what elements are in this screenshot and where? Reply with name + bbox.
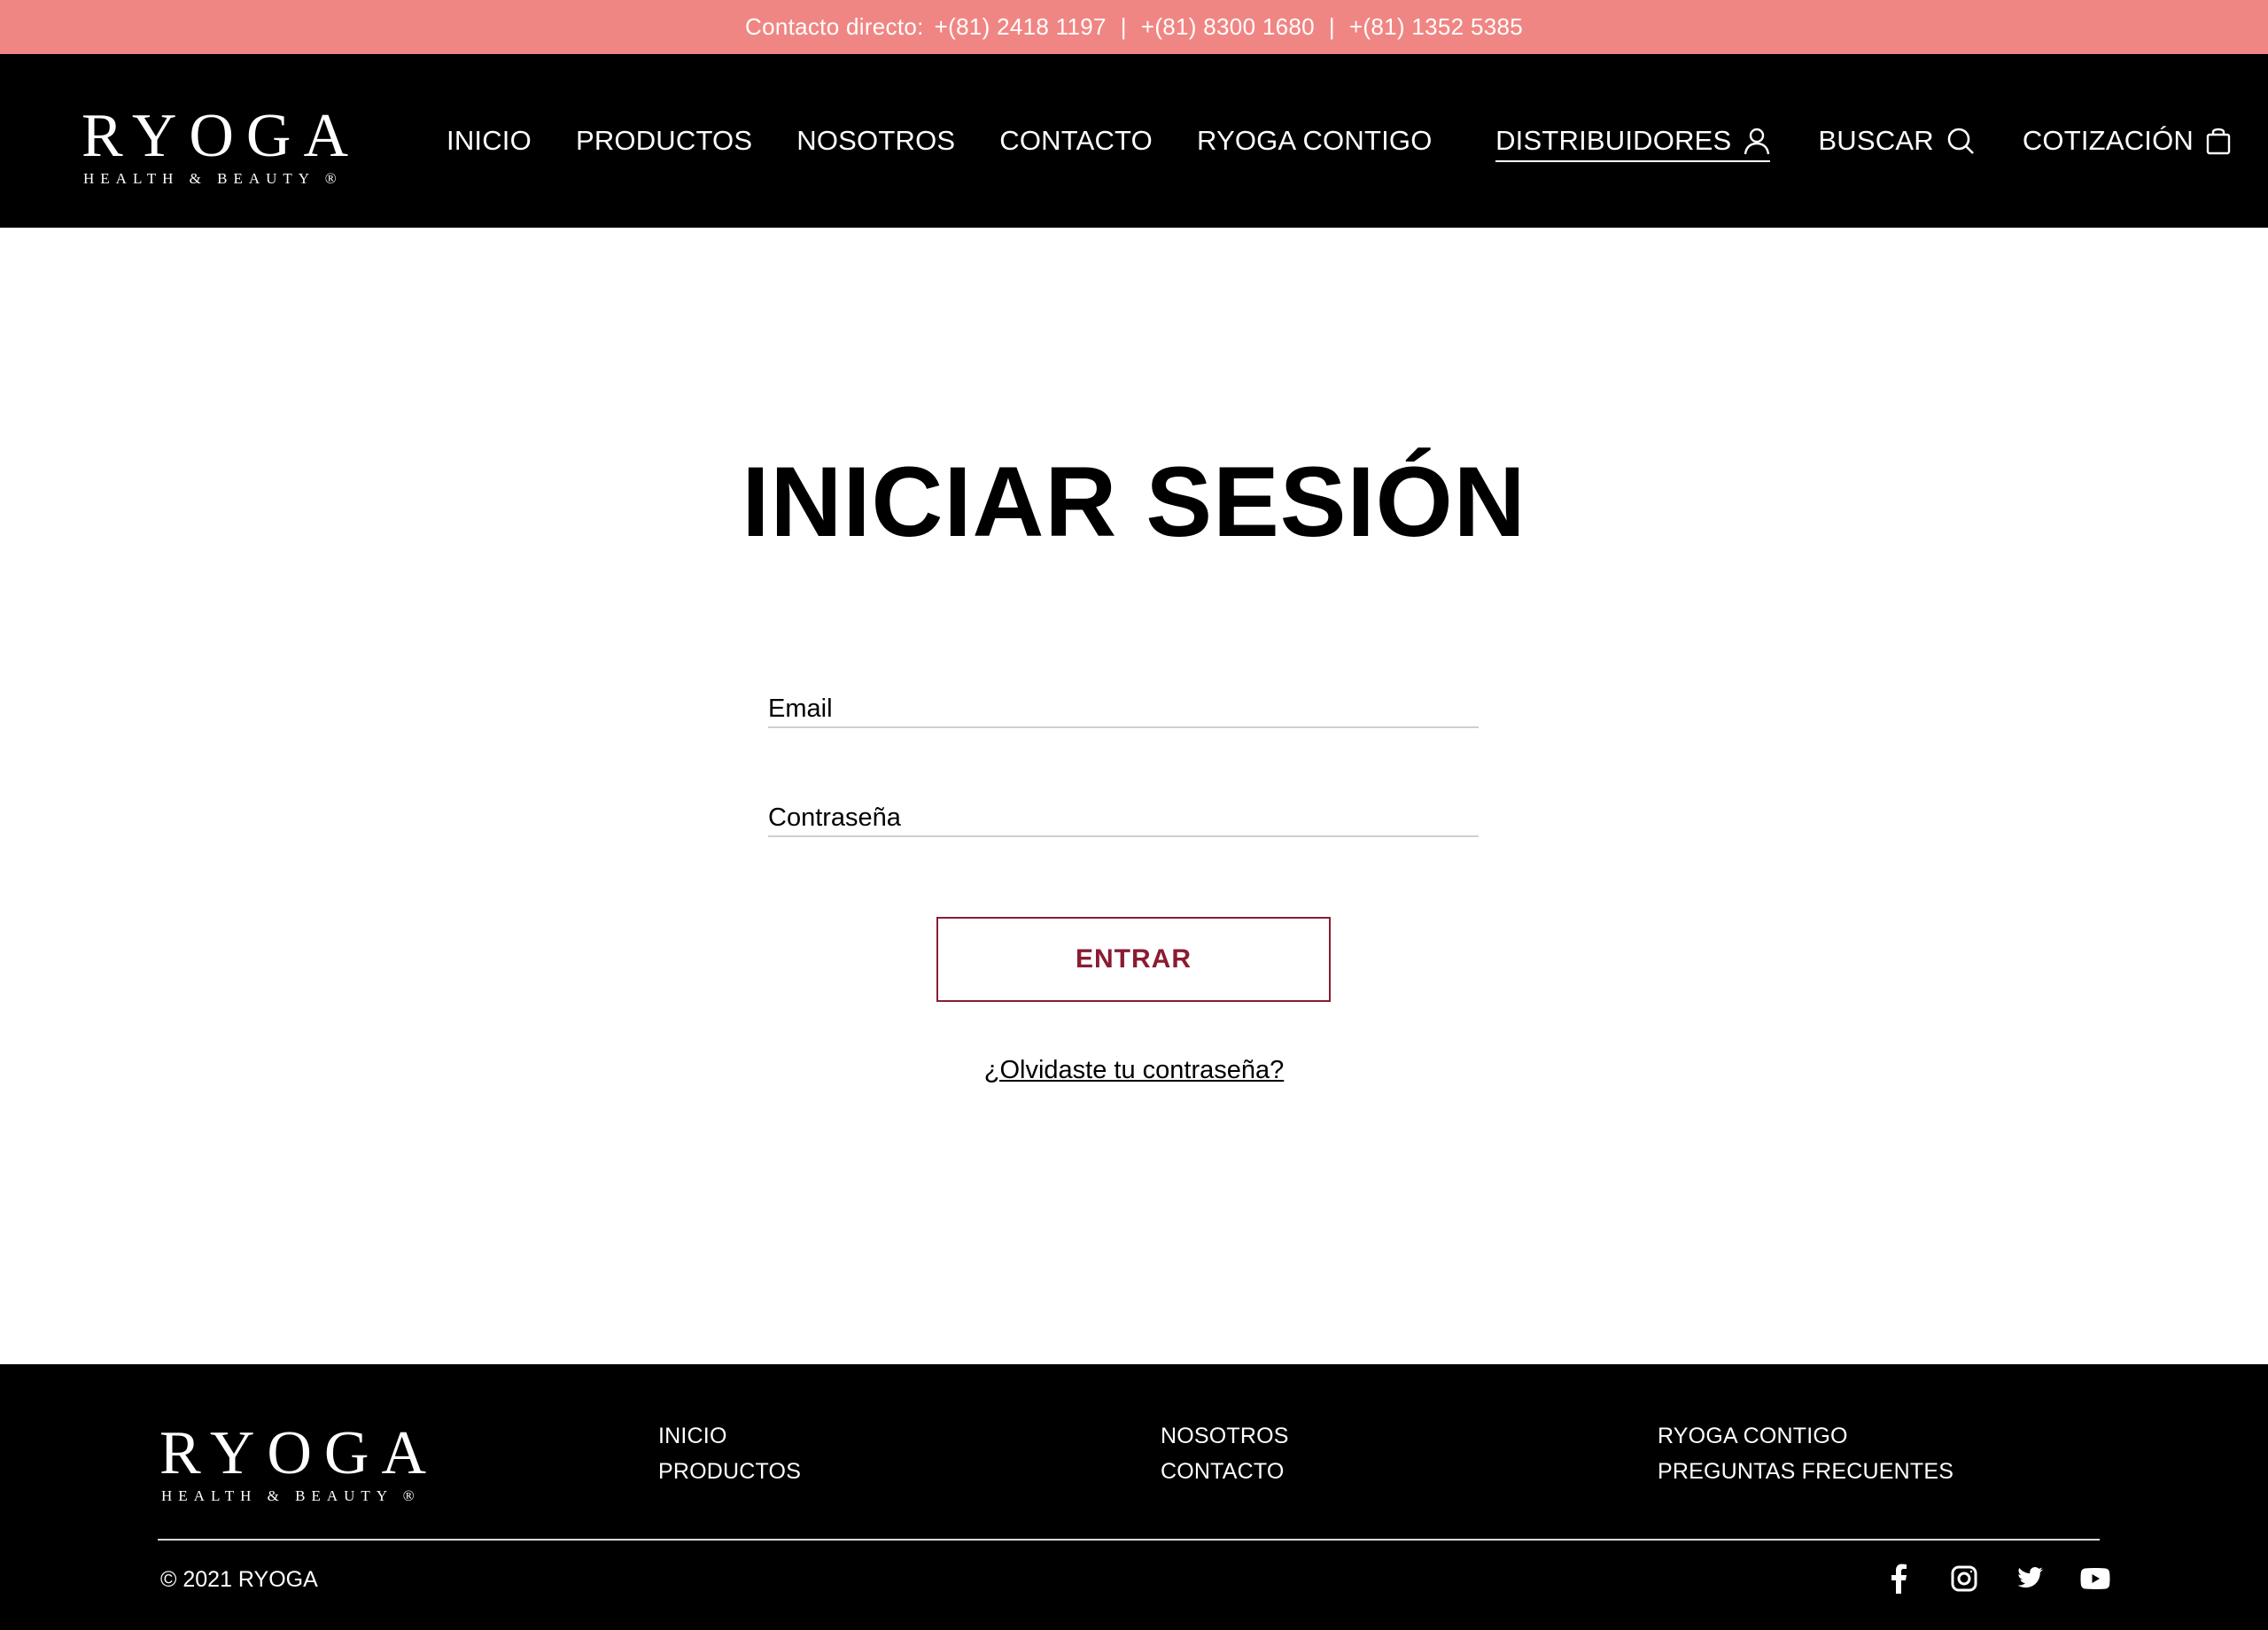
bag-icon <box>2206 127 2231 155</box>
phone-link-3[interactable]: +(81) 1352 5385 <box>1349 13 1523 41</box>
contact-bar: Contacto directo: +(81) 2418 1197 | +(81… <box>0 0 2268 54</box>
nav-contacto[interactable]: CONTACTO <box>999 125 1153 157</box>
nav-nosotros[interactable]: NOSOTROS <box>796 125 955 157</box>
footer-logo-word: RYOGA <box>159 1419 439 1487</box>
contact-label: Contacto directo: <box>745 13 924 40</box>
forgot-password-link[interactable]: ¿Olvidaste tu contraseña? <box>984 1056 1285 1084</box>
nav-ryoga-contigo[interactable]: RYOGA CONTIGO <box>1197 125 1433 157</box>
footer-logo-subtitle: HEALTH & BEAUTY ® <box>161 1487 421 1504</box>
logo-word: RYOGA <box>82 102 361 170</box>
nav-inicio[interactable]: INICIO <box>447 125 532 157</box>
main-nav: INICIO PRODUCTOS NOSOTROS CONTACTO RYOGA… <box>447 54 1433 228</box>
footer-divider <box>158 1539 2100 1541</box>
separator: | <box>1328 13 1335 40</box>
social-links <box>1883 1563 2111 1595</box>
page: Contacto directo: +(81) 2418 1197 | +(81… <box>0 0 2268 1630</box>
footer-link-ryoga-contigo[interactable]: RYOGA CONTIGO <box>1658 1423 1953 1449</box>
page-title: INICIAR SESIÓN <box>742 446 1526 557</box>
instagram-icon[interactable] <box>1948 1563 1980 1595</box>
buscar-link[interactable]: BUSCAR <box>1818 125 1974 157</box>
forgot-password-row: ¿Olvidaste tu contraseña? <box>0 1056 2268 1085</box>
search-icon <box>1946 127 1975 155</box>
footer-link-contacto[interactable]: CONTACTO <box>1161 1458 1289 1485</box>
footer-link-productos[interactable]: PRODUCTOS <box>658 1458 801 1485</box>
footer-link-preguntas-frecuentes[interactable]: PREGUNTAS FRECUENTES <box>1658 1458 1953 1485</box>
distribuidores-label: DISTRIBUIDORES <box>1495 125 1732 156</box>
footer-logo[interactable]: RYOGA HEALTH & BEAUTY ® <box>159 1419 439 1504</box>
footer-column-3: RYOGA CONTIGO PREGUNTAS FRECUENTES <box>1658 1423 1953 1485</box>
password-field-wrapper <box>768 784 1479 837</box>
user-icon <box>1744 127 1770 155</box>
site-header: RYOGA HEALTH & BEAUTY ® INICIO PRODUCTOS… <box>0 54 2268 228</box>
distribuidores-link[interactable]: DISTRIBUIDORES <box>1495 125 1771 162</box>
login-button[interactable]: ENTRAR <box>936 917 1331 1002</box>
twitter-icon[interactable] <box>2014 1563 2046 1595</box>
logo-subtitle: HEALTH & BEAUTY ® <box>83 170 343 187</box>
phone-link-1[interactable]: +(81) 2418 1197 <box>935 13 1107 41</box>
copyright: © 2021 RYOGA <box>160 1567 318 1592</box>
nav-productos[interactable]: PRODUCTOS <box>576 125 752 157</box>
footer-column-1: INICIO PRODUCTOS <box>658 1423 801 1485</box>
header-utilities: DISTRIBUIDORES BUSCAR COTIZACIÓN <box>1495 54 2231 228</box>
buscar-label: BUSCAR <box>1818 125 1934 156</box>
facebook-icon[interactable] <box>1883 1563 1915 1595</box>
footer-link-inicio[interactable]: INICIO <box>658 1423 801 1449</box>
phone-link-2[interactable]: +(81) 8300 1680 <box>1141 13 1315 41</box>
cotizacion-link[interactable]: COTIZACIÓN <box>2023 125 2231 157</box>
footer-link-nosotros[interactable]: NOSOTROS <box>1161 1423 1289 1449</box>
footer-column-2: NOSOTROS CONTACTO <box>1161 1423 1289 1485</box>
email-field-wrapper <box>768 675 1479 728</box>
cotizacion-label: COTIZACIÓN <box>2022 125 2194 156</box>
separator: | <box>1120 13 1127 40</box>
header-logo[interactable]: RYOGA HEALTH & BEAUTY ® <box>82 102 361 187</box>
password-input[interactable] <box>768 784 1479 835</box>
email-input[interactable] <box>768 675 1479 726</box>
youtube-icon[interactable] <box>2079 1563 2111 1595</box>
site-footer: RYOGA HEALTH & BEAUTY ® INICIO PRODUCTOS… <box>0 1364 2268 1630</box>
